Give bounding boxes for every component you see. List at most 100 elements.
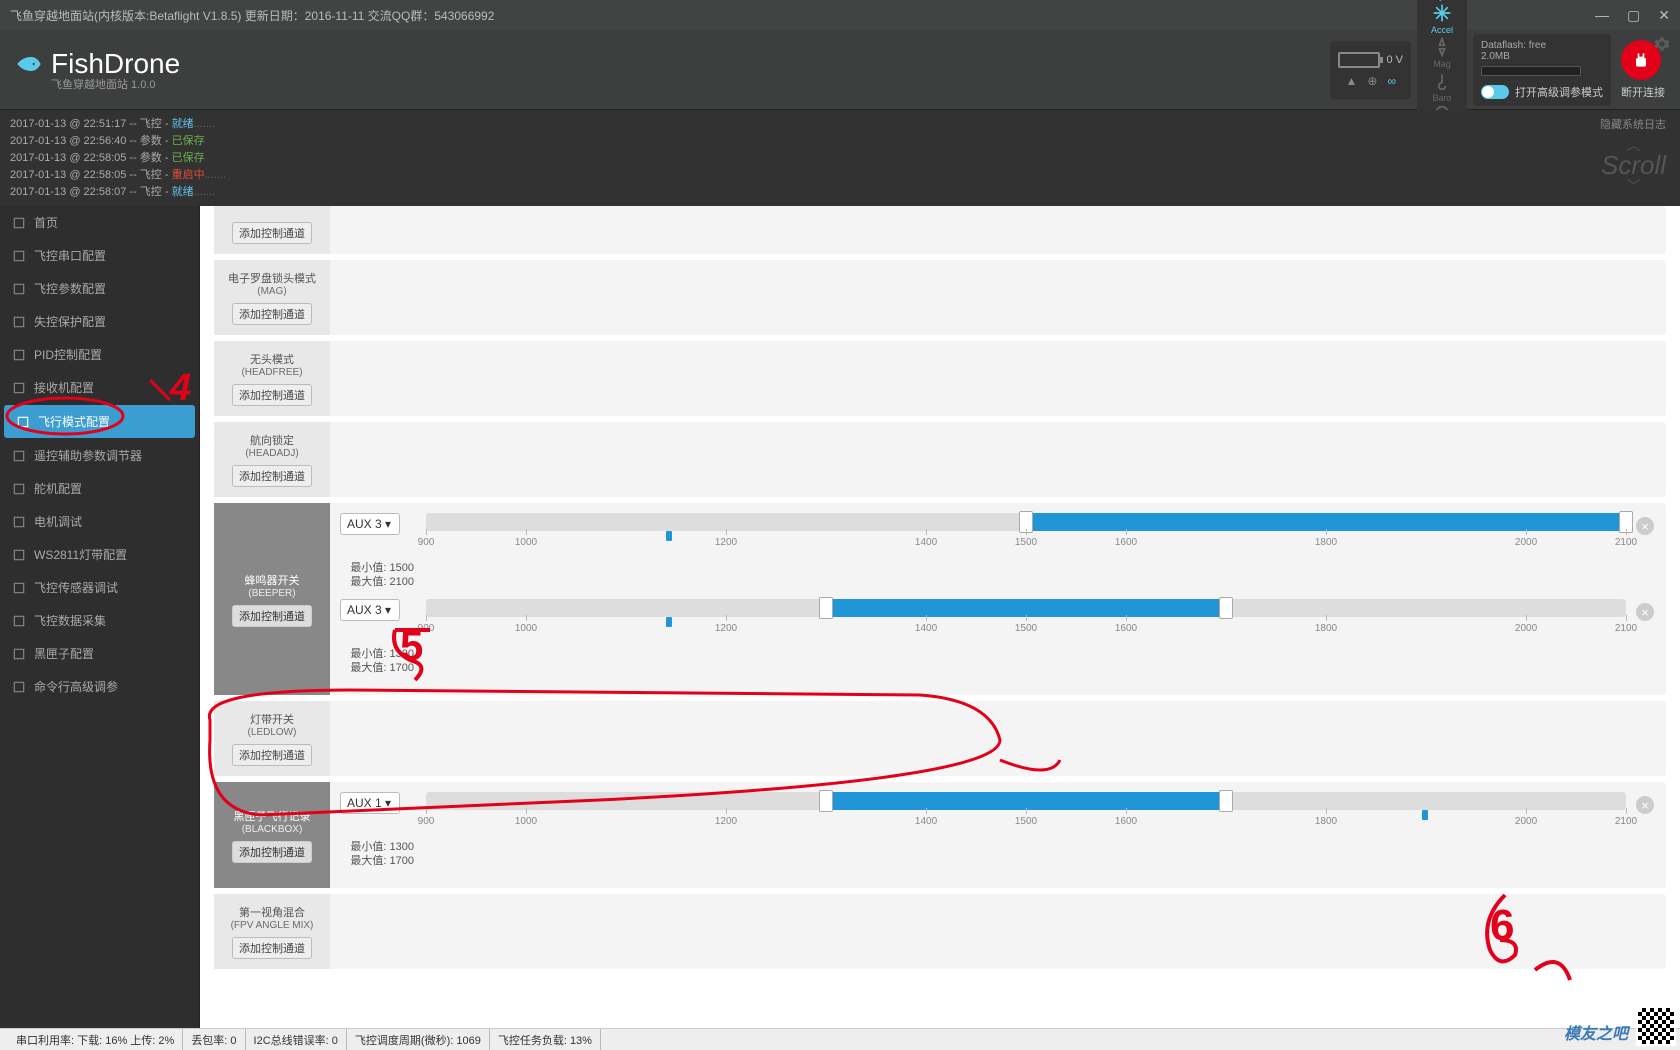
sensor-baro: Baro <box>1425 71 1459 103</box>
nav-icon <box>12 216 26 230</box>
mode-row: 第一视角混合(FPV ANGLE MIX)添加控制通道 <box>214 894 1666 969</box>
sidebar-item-11[interactable]: 飞控传感器调试 <box>0 571 199 604</box>
mode-body <box>330 894 1666 969</box>
nav-icon <box>12 581 26 595</box>
nav-label: 飞控传感器调试 <box>34 579 118 596</box>
mode-row: 黑匣子飞行记录(BLACKBOX)添加控制通道 AUX 1 ▾ 最小值: 130… <box>214 782 1666 888</box>
add-channel-button[interactable]: 添加控制通道 <box>232 384 312 406</box>
nav-icon <box>12 647 26 661</box>
nav-icon <box>12 249 26 263</box>
content-area: 添加控制通道电子罗盘锁头模式(MAG)添加控制通道无头模式(HEADFREE)添… <box>200 206 1680 1028</box>
mode-body <box>330 701 1666 776</box>
delete-range-button[interactable]: × <box>1636 517 1654 535</box>
add-channel-button[interactable]: 添加控制通道 <box>232 222 312 244</box>
aux-select[interactable]: AUX 3 ▾ <box>340 599 400 621</box>
aux-select[interactable]: AUX 1 ▾ <box>340 792 400 814</box>
mode-label: 无头模式(HEADFREE)添加控制通道 <box>214 341 330 416</box>
add-channel-button[interactable]: 添加控制通道 <box>232 605 312 627</box>
mode-label: 灯带开关(LEDLOW)添加控制通道 <box>214 701 330 776</box>
sidebar-item-8[interactable]: 舵机配置 <box>0 472 199 505</box>
mode-row: 电子罗盘锁头模式(MAG)添加控制通道 <box>214 260 1666 335</box>
disconnect-label: 断开连接 <box>1621 84 1665 100</box>
add-channel-button[interactable]: 添加控制通道 <box>232 303 312 325</box>
range-row: AUX 3 ▾ 最小值: 1500最大值: 2100 9001000120014… <box>340 513 1626 589</box>
mode-body <box>330 422 1666 497</box>
log-panel: 2017-01-13 @ 22:51:17 -- 飞控 - 就绪.......2… <box>0 110 1680 206</box>
qr-code <box>1636 1006 1676 1046</box>
nav-label: 黑匣子配置 <box>34 645 94 662</box>
delete-range-button[interactable]: × <box>1636 603 1654 621</box>
range-row: AUX 1 ▾ 最小值: 1300最大值: 1700 9001000120014… <box>340 792 1626 868</box>
window-title: 飞鱼穿越地面站(内核版本:Betaflight V1.8.5) 更新日期：201… <box>10 7 494 24</box>
dataflash-bar <box>1481 66 1581 76</box>
sidebar-item-3[interactable]: 失控保护配置 <box>0 305 199 338</box>
sidebar-item-1[interactable]: 飞控串口配置 <box>0 239 199 272</box>
nav-label: 舵机配置 <box>34 480 82 497</box>
range-slider[interactable]: 90010001200140015001600180020002100 <box>426 792 1626 832</box>
nav-label: 飞控参数配置 <box>34 280 106 297</box>
nav-icon <box>12 680 26 694</box>
header: FishDrone 飞鱼穿越地面站 1.0.0 0 V ▲ ⊕ ∞ Gyro A… <box>0 30 1680 110</box>
add-channel-button[interactable]: 添加控制通道 <box>232 744 312 766</box>
sidebar-item-7[interactable]: 遥控辅助参数调节器 <box>0 439 199 472</box>
sensor-accel: Accel <box>1425 3 1459 35</box>
fish-icon <box>15 50 43 78</box>
delete-range-button[interactable]: × <box>1636 796 1654 814</box>
battery-icon <box>1338 52 1380 68</box>
sidebar-item-9[interactable]: 电机调试 <box>0 505 199 538</box>
aux-select[interactable]: AUX 3 ▾ <box>340 513 400 535</box>
gear-icon[interactable] <box>1654 36 1670 52</box>
maximize-icon[interactable]: ▢ <box>1627 7 1640 24</box>
dataflash-size: 2.0MB <box>1481 51 1510 62</box>
logo: FishDrone <box>15 48 180 80</box>
mode-label: 电子罗盘锁头模式(MAG)添加控制通道 <box>214 260 330 335</box>
nav-icon <box>16 415 30 429</box>
battery-voltage: 0 V <box>1386 54 1403 66</box>
sidebar-item-14[interactable]: 命令行高级调参 <box>0 670 199 703</box>
nav-icon <box>12 482 26 496</box>
mode-row: 灯带开关(LEDLOW)添加控制通道 <box>214 701 1666 776</box>
close-icon[interactable]: ✕ <box>1658 7 1670 24</box>
log-line: 2017-01-13 @ 22:58:05 -- 飞控 - 重启中....... <box>10 167 1670 184</box>
alert-icon: ▲ <box>1345 74 1357 88</box>
nav-icon <box>12 348 26 362</box>
mode-body: AUX 3 ▾ 最小值: 1500最大值: 2100 9001000120014… <box>330 503 1666 695</box>
minimize-icon[interactable]: — <box>1595 7 1609 24</box>
range-slider[interactable]: 90010001200140015001600180020002100 <box>426 513 1626 553</box>
nav-label: 飞行模式配置 <box>38 413 110 430</box>
nav-icon <box>12 548 26 562</box>
sidebar-item-2[interactable]: 飞控参数配置 <box>0 272 199 305</box>
advanced-toggle-label: 打开高级调参模式 <box>1515 84 1603 100</box>
sidebar-item-0[interactable]: 首页 <box>0 206 199 239</box>
minmax: 最小值: 1300最大值: 1700 <box>340 647 414 675</box>
nav-label: 失控保护配置 <box>34 313 106 330</box>
dataflash-label: Dataflash: free <box>1481 40 1546 51</box>
status-task: 飞控任务负载: 13% <box>490 1029 601 1050</box>
mode-label: 第一视角混合(FPV ANGLE MIX)添加控制通道 <box>214 894 330 969</box>
add-channel-button[interactable]: 添加控制通道 <box>232 937 312 959</box>
log-line: 2017-01-13 @ 22:58:05 -- 参数 - 已保存 <box>10 150 1670 167</box>
sidebar-item-12[interactable]: 飞控数据采集 <box>0 604 199 637</box>
nav-icon <box>12 515 26 529</box>
add-channel-button[interactable]: 添加控制通道 <box>232 465 312 487</box>
nav-label: 飞控数据采集 <box>34 612 106 629</box>
add-channel-button[interactable]: 添加控制通道 <box>232 841 312 863</box>
sidebar-item-6[interactable]: 飞行模式配置 <box>4 405 195 438</box>
mode-body <box>330 341 1666 416</box>
mode-row: 添加控制通道 <box>214 206 1666 254</box>
mode-label: 航向锁定(HEADADJ)添加控制通道 <box>214 422 330 497</box>
hide-log-button[interactable]: 隐藏系统日志 <box>1600 116 1666 132</box>
statusbar: 串口利用率: 下载: 16% 上传: 2% 丢包率: 0 I2C总线错误率: 0… <box>0 1028 1680 1050</box>
advanced-toggle[interactable] <box>1481 85 1509 99</box>
sidebar-item-13[interactable]: 黑匣子配置 <box>0 637 199 670</box>
status-drop: 丢包率: 0 <box>183 1029 245 1050</box>
sensor-gyro: Gyro <box>1425 0 1459 1</box>
range-slider[interactable]: 90010001200140015001600180020002100 <box>426 599 1626 639</box>
sidebar-item-10[interactable]: WS2811灯带配置 <box>0 538 199 571</box>
sidebar-item-4[interactable]: PID控制配置 <box>0 338 199 371</box>
nav-icon <box>12 381 26 395</box>
mode-label: 蜂鸣器开关(BEEPER)添加控制通道 <box>214 503 330 695</box>
dataflash-box: Dataflash: free 2.0MB 打开高级调参模式 <box>1473 34 1611 106</box>
nav-label: 电机调试 <box>34 513 82 530</box>
sidebar-item-5[interactable]: 接收机配置 <box>0 371 199 404</box>
